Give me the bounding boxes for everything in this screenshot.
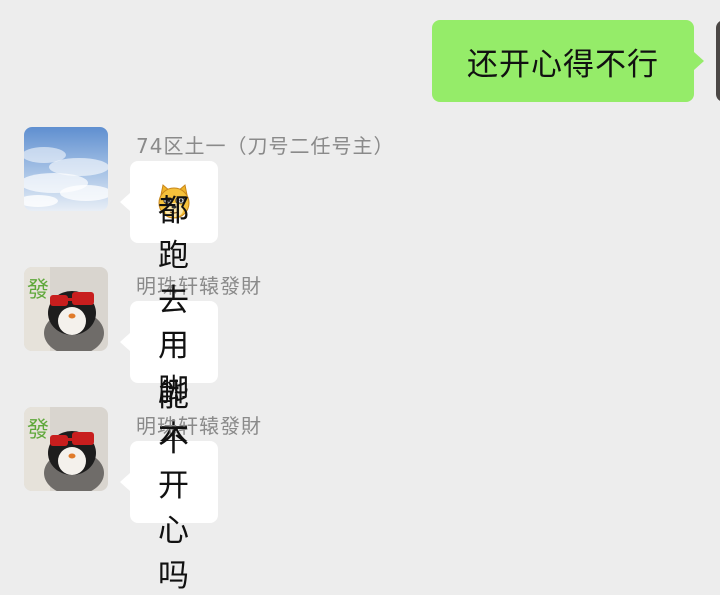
penguin-avatar-image: 發 — [24, 267, 108, 351]
penguin-avatar-image: 發 — [24, 407, 108, 491]
outgoing-text: 还开心得不行 — [467, 46, 659, 83]
outgoing-bubble[interactable]: 还开心得不行 — [432, 20, 704, 102]
incoming-text: 能不开心吗 — [158, 377, 190, 594]
svg-text:發: 發 — [27, 278, 49, 303]
sky-avatar-image — [24, 127, 108, 211]
sender-avatar-penguin[interactable]: 發 — [24, 407, 108, 491]
sender-avatar-penguin[interactable]: 發 — [24, 267, 108, 351]
svg-text:發: 發 — [27, 418, 49, 443]
sender-name: 明珠轩辕發財 — [136, 414, 262, 438]
incoming-bubble[interactable]: 能不开心吗 — [120, 378, 218, 594]
sender-avatar-sky[interactable] — [24, 127, 108, 211]
self-avatar[interactable] — [716, 20, 720, 102]
sender-name: 明珠轩辕發財 — [136, 274, 262, 298]
sender-name: 74区土一（刀号二任号主） — [136, 134, 395, 158]
